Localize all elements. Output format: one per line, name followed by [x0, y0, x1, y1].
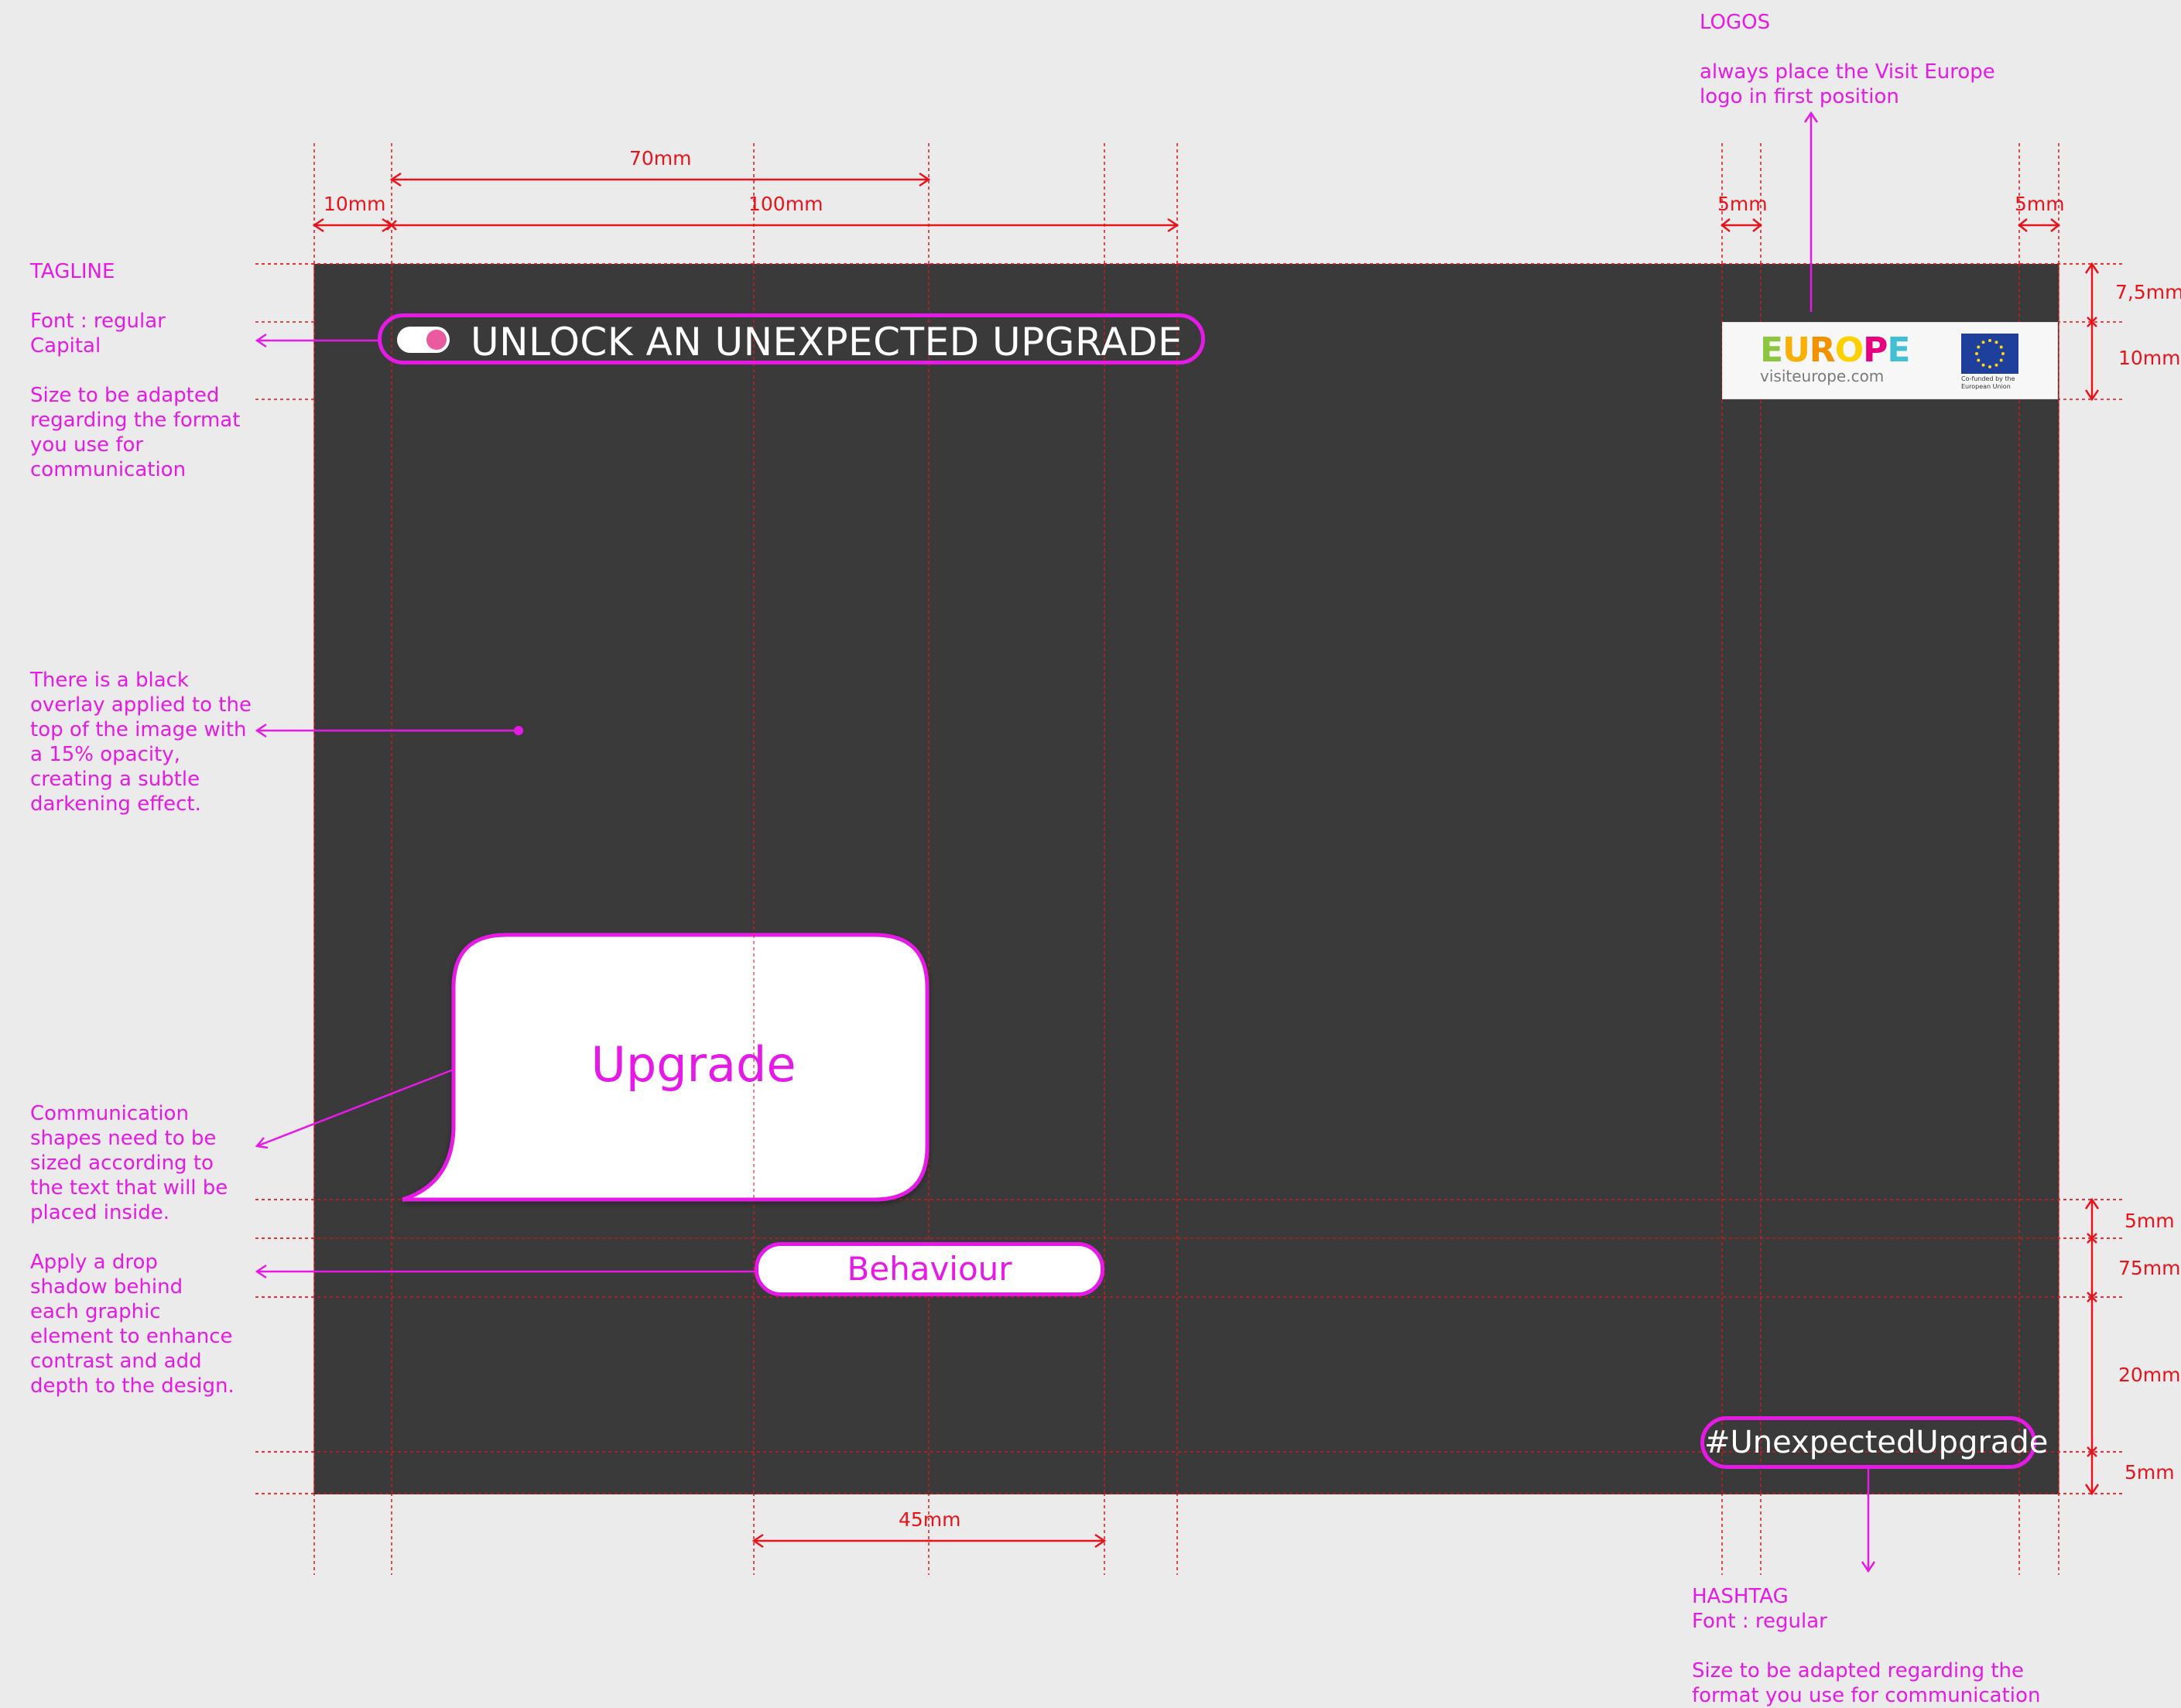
eu-star [1977, 358, 1981, 362]
hashtag-title: HASHTAG Font : regular [1692, 1585, 1827, 1633]
eu-star [1994, 363, 1998, 367]
eu-star [2001, 352, 2005, 355]
shapes-note: Communication shapes need to be sized ac… [30, 1102, 228, 1224]
europe-wordmark: EUROPE [1760, 330, 1910, 370]
tagline-size-note: Size to be adapted regarding the format … [30, 384, 241, 481]
dim-10mm: 10mm [324, 193, 386, 215]
tagline-pill: UNLOCK AN UNEXPECTED UPGRADE [378, 313, 1205, 365]
wordmark-letter: P [1863, 330, 1888, 370]
dim-45mm: 45mm [899, 1508, 961, 1531]
behaviour-pill: Behaviour [755, 1242, 1104, 1296]
wordmark-letter: E [1887, 330, 1910, 370]
eu-star [1975, 352, 1978, 355]
eu-star [1999, 345, 2003, 349]
eu-star [1988, 339, 1991, 342]
tagline-title: TAGLINE [30, 260, 115, 283]
dim-5mm-b: 5mm [2125, 1461, 2175, 1484]
logo-url: visiteurope.com [1760, 367, 1885, 385]
visit-europe-logo: EUROPE visiteurope.com Co-funded by the … [1722, 322, 2058, 399]
hashtag-pill: #UnexpectedUpgrade [1700, 1416, 2048, 1469]
dim-5mm-logo-right: 5mm [2015, 193, 2065, 215]
dim-7-5mm: 7,5mm [2115, 281, 2181, 303]
logos-note: always place the Visit Europe logo in fi… [1700, 60, 1995, 108]
eu-star [1999, 358, 2003, 362]
eu-star [1977, 345, 1981, 349]
dim-70mm: 70mm [629, 147, 692, 169]
dim-75mm: 75mm [2118, 1257, 2181, 1279]
eu-star [1981, 363, 1985, 367]
toggle-icon [397, 327, 450, 353]
shadow-note: Apply a drop shadow behind each graphic … [30, 1251, 235, 1398]
eu-star [1994, 341, 1998, 344]
wordmark-letter: O [1834, 330, 1864, 370]
logos-title: LOGOS [1700, 11, 1771, 34]
overlay-note: There is a black overlay applied to the … [30, 669, 252, 816]
eu-flag-icon [1961, 334, 2018, 374]
overlay-marker-dot [514, 726, 523, 735]
wordmark-letter: E [1760, 330, 1783, 370]
eu-star [1988, 365, 1991, 368]
dim-5mm-a: 5mm [2125, 1210, 2175, 1232]
image-canvas [314, 264, 2059, 1494]
dim-20mm: 20mm [2118, 1364, 2181, 1386]
wordmark-letter: R [1809, 330, 1836, 370]
tagline-font-note: Font : regular Capital [30, 310, 166, 358]
dim-5mm-logo-left: 5mm [1717, 193, 1768, 215]
eu-star [1981, 341, 1985, 344]
dim-100mm: 100mm [748, 193, 823, 215]
dim-10mm-right: 10mm [2118, 347, 2181, 369]
wordmark-letter: U [1782, 330, 1810, 370]
tagline-text: UNLOCK AN UNEXPECTED UPGRADE [471, 320, 1183, 365]
hashtag-size-note: Size to be adapted regarding the format … [1692, 1659, 2041, 1707]
eu-caption: Co-funded by the European Union [1961, 375, 2015, 390]
upgrade-bubble-text: Upgrade [591, 1036, 796, 1093]
